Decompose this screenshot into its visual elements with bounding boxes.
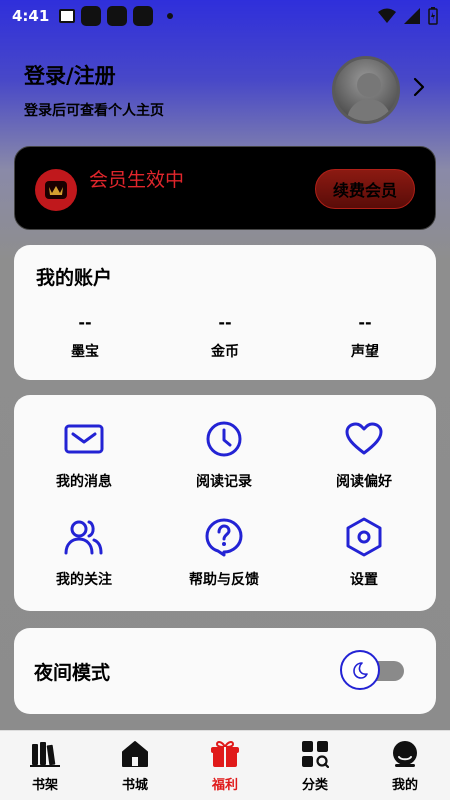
account-title: 我的账户 <box>36 267 113 289</box>
chevron-right-icon[interactable] <box>412 76 426 98</box>
night-mode-card: 夜间模式 <box>14 628 436 714</box>
tab-category[interactable]: 分类 <box>280 739 350 793</box>
vip-card[interactable]: 会员生效中 续费会员 <box>14 146 436 230</box>
stat-value: -- <box>218 313 232 332</box>
moon-icon <box>353 662 368 679</box>
menu-label: 我的消息 <box>56 474 112 490</box>
stat-label: 墨宝 <box>71 344 99 360</box>
renew-vip-button[interactable]: 续费会员 <box>315 169 415 209</box>
menu-label: 我的关注 <box>56 572 112 588</box>
category-icon <box>300 739 330 769</box>
menu-item-history[interactable]: 阅读记录 <box>169 419 279 491</box>
stat-value: -- <box>358 313 372 332</box>
mail-icon <box>64 419 104 459</box>
account-card: 我的账户 -- 墨宝 -- 金币 -- 声望 <box>14 245 436 380</box>
tab-label: 福利 <box>211 778 238 793</box>
bottom-tab-bar: 书架 书城 福利 分类 我的 <box>0 730 450 800</box>
battery-icon <box>428 7 438 25</box>
tab-welfare[interactable]: 福利 <box>190 739 260 793</box>
vip-status: 会员生效中 <box>89 169 185 191</box>
avatar[interactable] <box>332 56 400 124</box>
menu-item-following[interactable]: 我的关注 <box>29 517 139 589</box>
status-time: 4:41 <box>12 7 50 25</box>
image-notification-icon <box>59 9 76 23</box>
clock-icon <box>204 419 244 459</box>
help-icon <box>204 517 244 557</box>
stat-mobao[interactable]: -- 墨宝 <box>35 313 135 361</box>
login-header[interactable]: 登录/注册 登录后可查看个人主页 <box>24 56 426 124</box>
app-notification-icon <box>133 6 154 26</box>
menu-card: 我的消息 阅读记录 阅读偏好 我的关注 帮助与反馈 设置 <box>14 395 436 611</box>
tab-bookstore[interactable]: 书城 <box>100 739 170 793</box>
tab-label: 书城 <box>121 778 148 793</box>
status-bar: 4:41 <box>0 0 450 32</box>
menu-item-settings[interactable]: 设置 <box>309 517 419 589</box>
crown-icon <box>35 169 77 211</box>
notification-icons <box>59 6 174 26</box>
tab-label: 书架 <box>31 778 58 793</box>
tab-profile[interactable]: 我的 <box>370 739 440 793</box>
tab-label: 分类 <box>301 778 328 793</box>
menu-label: 设置 <box>350 572 378 588</box>
menu-label: 阅读记录 <box>196 474 252 490</box>
more-notifications-icon <box>167 13 174 19</box>
tab-bookshelf[interactable]: 书架 <box>10 739 80 793</box>
stat-label: 声望 <box>351 344 379 360</box>
night-mode-toggle[interactable] <box>340 650 380 690</box>
menu-label: 帮助与反馈 <box>189 572 259 588</box>
menu-label: 阅读偏好 <box>336 474 392 490</box>
wifi-icon <box>378 8 396 23</box>
bookshelf-icon <box>30 739 60 769</box>
stat-coins[interactable]: -- 金币 <box>175 313 275 361</box>
gift-icon <box>210 739 240 769</box>
profile-icon <box>390 739 420 769</box>
system-icons <box>378 7 438 25</box>
menu-item-preferences[interactable]: 阅读偏好 <box>309 419 419 491</box>
menu-item-messages[interactable]: 我的消息 <box>29 419 139 491</box>
stat-label: 金币 <box>211 344 239 360</box>
night-mode-label: 夜间模式 <box>34 662 111 684</box>
menu-item-help[interactable]: 帮助与反馈 <box>169 517 279 589</box>
signal-icon <box>404 8 420 24</box>
tab-label: 我的 <box>391 778 418 793</box>
settings-icon <box>344 517 384 557</box>
home-icon <box>120 739 150 769</box>
users-icon <box>64 517 104 557</box>
app-notification-icon <box>81 6 102 26</box>
stat-value: -- <box>78 313 92 332</box>
heart-icon <box>344 419 384 459</box>
stat-reputation[interactable]: -- 声望 <box>315 313 415 361</box>
app-notification-icon <box>107 6 128 26</box>
